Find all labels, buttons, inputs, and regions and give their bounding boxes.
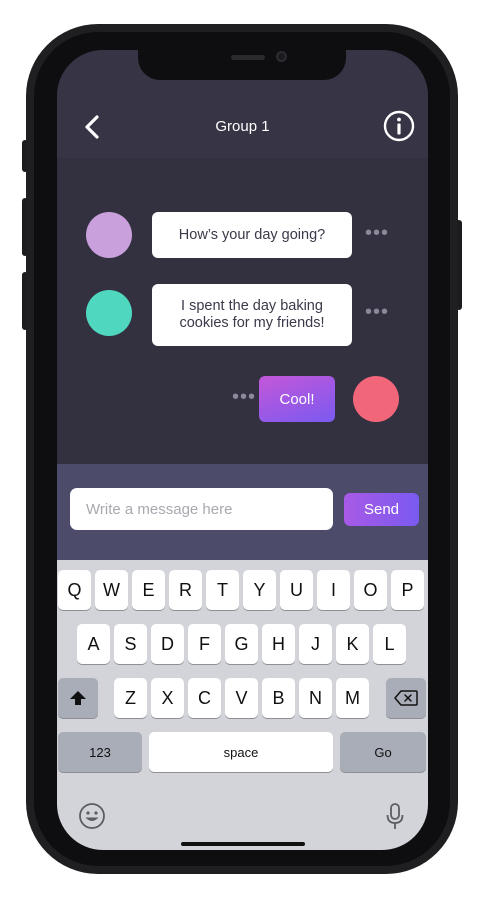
key-c[interactable]: C (188, 678, 221, 718)
emoji-icon[interactable] (78, 802, 106, 830)
key-u[interactable]: U (280, 570, 313, 610)
more-options-icon[interactable]: ••• (232, 387, 256, 407)
space-key[interactable]: space (149, 732, 333, 772)
more-options-icon[interactable]: ••• (365, 223, 389, 243)
message-bubble: How’s your day going? (152, 212, 352, 258)
my-message-bubble: Cool! (259, 376, 335, 422)
message-text: Cool! (279, 390, 315, 408)
more-options-icon[interactable]: ••• (365, 302, 389, 322)
key-a[interactable]: A (77, 624, 110, 664)
on-screen-keyboard: Q W E R T Y U I O P A S D F G H J K L Z … (57, 560, 428, 850)
shift-key[interactable] (58, 678, 98, 718)
avatar[interactable] (86, 212, 132, 258)
backspace-icon (394, 690, 418, 706)
message-bubble: I spent the day baking cookies for my fr… (152, 284, 352, 346)
notch (138, 48, 346, 80)
key-b[interactable]: B (262, 678, 295, 718)
key-v[interactable]: V (225, 678, 258, 718)
my-avatar[interactable] (353, 376, 399, 422)
key-w[interactable]: W (95, 570, 128, 610)
key-r[interactable]: R (169, 570, 202, 610)
home-indicator[interactable] (181, 842, 305, 846)
key-m[interactable]: M (336, 678, 369, 718)
key-f[interactable]: F (188, 624, 221, 664)
key-k[interactable]: K (336, 624, 369, 664)
key-q[interactable]: Q (58, 570, 91, 610)
key-o[interactable]: O (354, 570, 387, 610)
microphone-icon[interactable] (385, 802, 405, 832)
message-text: How’s your day going? (178, 226, 326, 243)
info-icon[interactable] (383, 110, 415, 142)
key-n[interactable]: N (299, 678, 332, 718)
key-h[interactable]: H (262, 624, 295, 664)
numbers-key[interactable]: 123 (58, 732, 142, 772)
key-t[interactable]: T (206, 570, 239, 610)
key-x[interactable]: X (151, 678, 184, 718)
message-text: I spent the day baking cookies for my fr… (179, 298, 325, 331)
front-camera (276, 51, 287, 62)
key-y[interactable]: Y (243, 570, 276, 610)
avatar[interactable] (86, 290, 132, 336)
message-composer: Send (57, 464, 428, 560)
key-e[interactable]: E (132, 570, 165, 610)
send-button[interactable]: Send (344, 493, 419, 526)
shift-arrow-icon (70, 691, 86, 705)
key-s[interactable]: S (114, 624, 147, 664)
key-j[interactable]: J (299, 624, 332, 664)
key-z[interactable]: Z (114, 678, 147, 718)
go-key[interactable]: Go (340, 732, 426, 772)
key-p[interactable]: P (391, 570, 424, 610)
key-i[interactable]: I (317, 570, 350, 610)
key-g[interactable]: G (225, 624, 258, 664)
key-d[interactable]: D (151, 624, 184, 664)
chat-title: Group 1 (215, 118, 270, 135)
key-l[interactable]: L (373, 624, 406, 664)
speaker-grille (231, 55, 265, 60)
message-input[interactable] (70, 488, 333, 530)
backspace-key[interactable] (386, 678, 426, 718)
chat-screen: Group 1 How’s your day going? ••• I spen… (57, 50, 428, 850)
